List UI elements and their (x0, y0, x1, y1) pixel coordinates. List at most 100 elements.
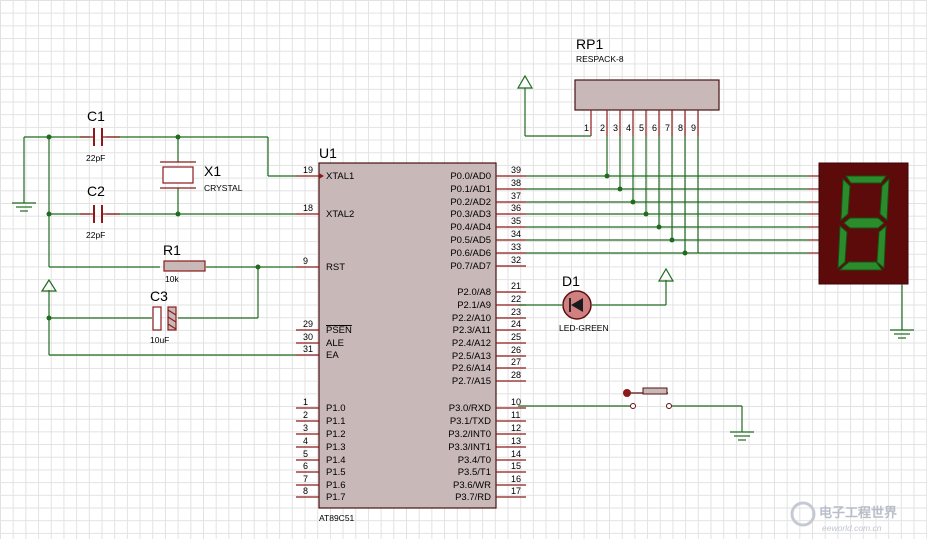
u1-pin-number: 12 (511, 423, 521, 433)
push-button[interactable] (518, 387, 743, 432)
u1-pin-number: 1 (303, 397, 308, 407)
u1-pin-number: 38 (511, 178, 521, 188)
u1-pin-number: 18 (303, 203, 313, 213)
rp1-pin-number: 4 (626, 123, 631, 133)
u1-pin-number: 36 (511, 203, 521, 213)
u1-pin-number: 24 (511, 319, 521, 329)
u1-pin-number: 6 (303, 461, 308, 471)
u1-pin-number: 33 (511, 242, 521, 252)
u1-pin-name: P0.2/AD2 (450, 197, 491, 208)
u1-right-pins: 39 P0.0/AD0 38 P0.1/AD1 37 P0.2/AD2 36 P0.3/AD3… (448, 165, 526, 503)
u1-pin-name: P3.1/TXD (450, 416, 491, 427)
x1-ref-label: X1 (204, 163, 221, 179)
rp1-pin-number: 3 (613, 123, 618, 133)
u1-value-label: AT89C51 (319, 513, 355, 523)
c2-ref-label: C2 (87, 183, 105, 199)
u1-pin-name: RST (326, 262, 345, 273)
u1-pin-name: ALE (326, 338, 344, 349)
capacitor-c3[interactable]: C3 10uF (150, 288, 177, 345)
u1-pin-number: 15 (511, 461, 521, 471)
watermark-logo: 电子工程世界 eeworld.com.cn (790, 501, 897, 533)
u1-pin-number: 14 (511, 449, 521, 459)
c1-ref-label: C1 (87, 108, 105, 124)
ground-symbol-left (12, 202, 36, 212)
u1-pin-name: P0.1/AD1 (450, 184, 491, 195)
crystal-x1[interactable]: X1 CRYSTAL (160, 161, 243, 193)
u1-pin-number: 11 (511, 410, 520, 420)
u1-pin-number: 16 (511, 474, 521, 484)
u1-pin-number: 37 (511, 191, 521, 201)
u1-pin-name: P3.6/WR (453, 480, 491, 491)
u1-pin-name: P2.6/A14 (452, 363, 491, 374)
rp1-pin-number: 5 (639, 123, 644, 133)
u1-pin-name: P0.3/AD3 (450, 209, 491, 220)
u1-pin-name: P3.2/INT0 (448, 429, 491, 440)
u1-pin-name: P2.2/A10 (452, 313, 491, 324)
u1-pin-name: P1.2 (326, 429, 346, 440)
u1-pin-name: P0.7/AD7 (450, 261, 491, 272)
u1-pin-number: 32 (511, 255, 521, 265)
u1-pin-number: 9 (303, 256, 308, 266)
schematic-diagram: C1 22pF C2 22pF X1 CRYSTAL R1 10k C3 10u… (0, 0, 914, 533)
u1-pin-name: P0.5/AD5 (450, 235, 491, 246)
u1-pin-name: P2.1/A9 (457, 300, 491, 311)
u1-pin-name: P2.3/A11 (453, 325, 491, 336)
u1-pin-number: 25 (511, 332, 521, 342)
u1-pin-number: 3 (303, 423, 308, 433)
rp1-ref-label: RP1 (576, 36, 603, 52)
capacitor-c2[interactable]: C2 22pF (80, 183, 120, 240)
resistor-r1[interactable]: R1 10k (163, 242, 206, 284)
u1-pin-name: P1.7 (326, 492, 346, 503)
u1-pin-number: 26 (511, 345, 521, 355)
u1-pin-number: 21 (511, 281, 521, 291)
d1-value-label: LED-GREEN (559, 323, 609, 333)
u1-pin-number: 29 (303, 319, 313, 329)
u1-pin-name: P1.3 (326, 442, 346, 453)
microcontroller-u1[interactable]: U1 AT89C51 19XTAL118XTAL29RST29PSEN30ALE… (296, 145, 526, 523)
c3-ref-label: C3 (150, 288, 168, 304)
watermark-text: 电子工程世界 (819, 505, 897, 520)
u1-pin-name: P3.3/INT1 (448, 442, 491, 453)
ground-symbol-button (730, 431, 754, 441)
resistor-pack-rp1[interactable]: RP1 RESPACK-8 1 23456789 (574, 36, 720, 136)
rp1-pin-number: 7 (665, 123, 670, 133)
u1-pin-name: P2.7/A15 (452, 376, 491, 387)
u1-pin-number: 7 (303, 474, 308, 484)
c3-value-label: 10uF (150, 335, 169, 345)
u1-pin-number: 17 (511, 486, 521, 496)
u1-pin-number: 8 (303, 486, 308, 496)
u1-pin-name: P3.4/T0 (458, 455, 491, 466)
d1-ref-label: D1 (562, 273, 580, 289)
led-d1[interactable]: D1 LED-GREEN (518, 267, 675, 333)
capacitor-c1[interactable]: C1 22pF (80, 108, 120, 163)
u1-pin-name: P0.0/AD0 (450, 171, 491, 182)
u1-pin-name: P3.5/T1 (458, 467, 491, 478)
rp1-pin-number: 6 (652, 123, 657, 133)
u1-pin-number: 23 (511, 307, 521, 317)
display-digit-value: 8 (0, 0, 1, 1)
u1-pin-number: 35 (511, 216, 521, 226)
c1-value-label: 22pF (86, 153, 105, 163)
u1-pin-name: P1.5 (326, 467, 346, 478)
rp1-pins: 1 23456789 (584, 110, 699, 136)
u1-pin-number: 31 (303, 344, 313, 354)
u1-pin-name: P1.0 (326, 403, 346, 414)
power-arrow-left (40, 278, 58, 292)
u1-pin-name: P3.0/RXD (449, 403, 491, 414)
u1-pin-name: P0.4/AD4 (450, 222, 491, 233)
u1-pin-number: 34 (511, 229, 521, 239)
u1-pin-name: XTAL2 (326, 209, 354, 220)
x1-value-label: CRYSTAL (204, 183, 243, 193)
u1-pin-number: 27 (511, 357, 521, 367)
u1-pin-number: 13 (511, 436, 521, 446)
u1-ref-label: U1 (319, 145, 337, 161)
ground-symbol-display (890, 284, 914, 339)
u1-pin-name: P2.4/A12 (452, 338, 491, 349)
rp1-value-label: RESPACK-8 (576, 54, 624, 64)
u1-pin-number: 30 (303, 332, 313, 342)
u1-pin-name: P1.1 (326, 416, 346, 427)
u1-pin-number: 19 (303, 165, 313, 175)
rp1-pin-number: 9 (691, 123, 696, 133)
u1-pin-name: P0.6/AD6 (450, 248, 491, 259)
u1-pin-number: 2 (303, 410, 308, 420)
